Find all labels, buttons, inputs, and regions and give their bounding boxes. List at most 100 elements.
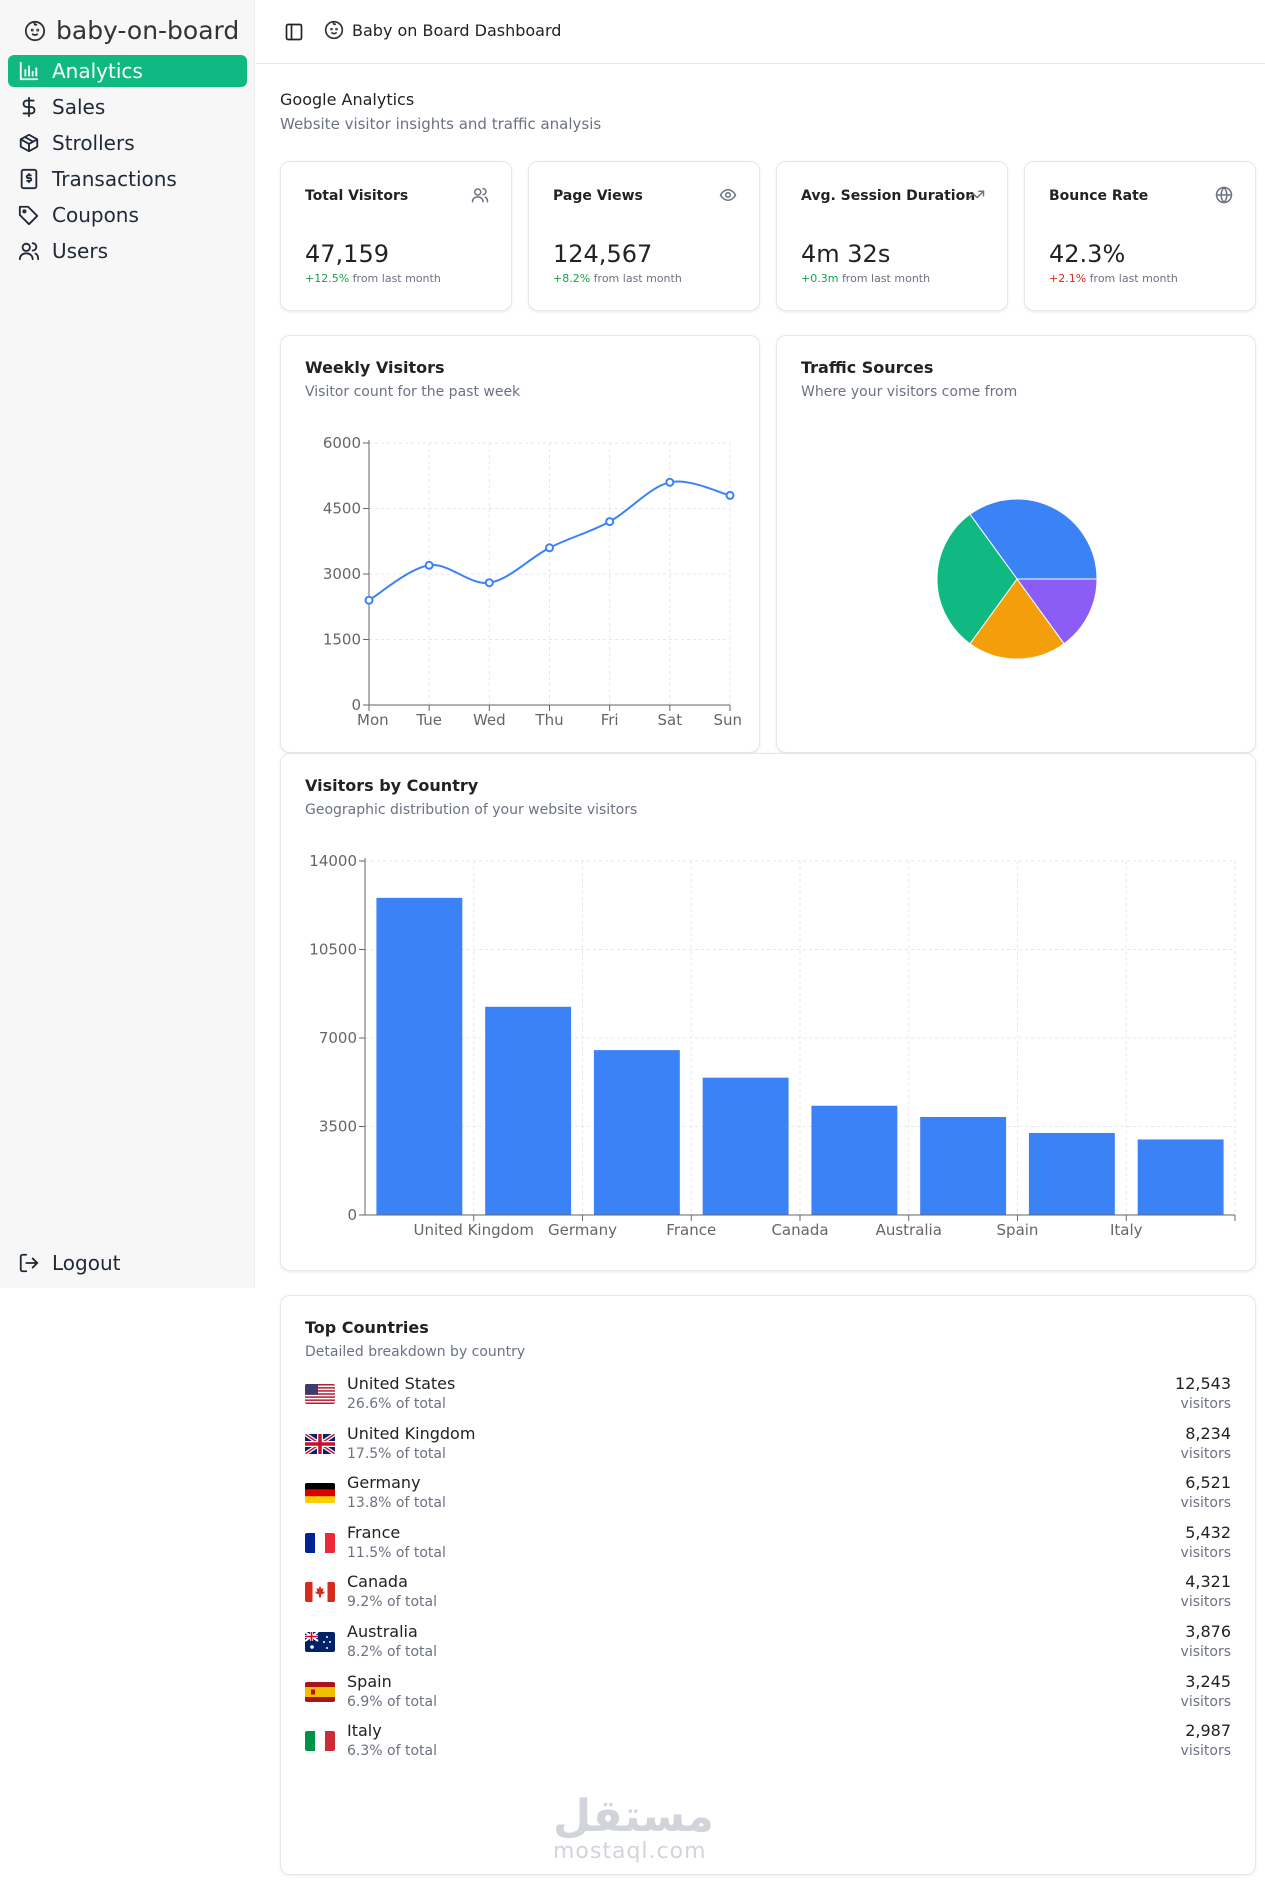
top-countries-card: Top Countries Detailed breakdown by coun… bbox=[280, 1295, 1256, 1875]
sidebar-item-sales[interactable]: Sales bbox=[8, 91, 247, 123]
x-tick-label: Fri bbox=[601, 711, 619, 729]
country-visitors: 3,245 bbox=[1185, 1671, 1231, 1691]
country-share: 17.5% of total bbox=[347, 1445, 446, 1462]
y-tick-label: 3000 bbox=[323, 565, 361, 583]
users-icon bbox=[471, 187, 489, 203]
sidebar-item-label: Analytics bbox=[52, 59, 143, 83]
country-visitors: 2,987 bbox=[1185, 1721, 1231, 1741]
x-tick-label: Spain bbox=[997, 1221, 1039, 1239]
sidebar-item-label: Strollers bbox=[52, 131, 135, 155]
country-share: 6.9% of total bbox=[347, 1693, 437, 1710]
stat-label: Avg. Session Duration bbox=[801, 188, 976, 204]
flag-au-icon bbox=[305, 1632, 335, 1652]
sidebar-item-label: Users bbox=[52, 239, 109, 263]
country-visitors-unit: visitors bbox=[1180, 1644, 1231, 1660]
data-point bbox=[605, 517, 615, 527]
visitors-by-country-card: Visitors by Country Geographic distribut… bbox=[280, 753, 1256, 1271]
logout-button[interactable]: Logout bbox=[8, 1247, 247, 1279]
sidebar-item-label: Sales bbox=[52, 95, 106, 119]
data-point bbox=[424, 560, 434, 570]
y-tick-label: 7000 bbox=[319, 1029, 357, 1047]
delta-text: from last month bbox=[593, 272, 682, 285]
country-row: France 11.5% of total 5,432 visitors bbox=[305, 1523, 1231, 1571]
y-tick-label: 3500 bbox=[319, 1118, 357, 1136]
x-tick-label: Australia bbox=[876, 1221, 942, 1239]
sidebar-item-analytics[interactable]: Analytics bbox=[8, 55, 247, 87]
country-name: Spain bbox=[347, 1671, 392, 1691]
stat-delta: +12.5% from last month bbox=[305, 272, 441, 285]
sidebar-item-coupons[interactable]: Coupons bbox=[8, 199, 247, 231]
country-visitors: 8,234 bbox=[1185, 1423, 1231, 1443]
country-row: Australia 8.2% of total 3,876 visitors bbox=[305, 1622, 1231, 1670]
country-row: Canada 9.2% of total 4,321 visitors bbox=[305, 1572, 1231, 1620]
flag-es-icon bbox=[305, 1681, 335, 1702]
delta-text: from last month bbox=[841, 272, 931, 285]
country-visitors: 12,543 bbox=[1175, 1374, 1231, 1393]
stat-value: 124,567 bbox=[553, 240, 653, 268]
y-tick-label: 10500 bbox=[309, 941, 357, 959]
x-tick-label: United Kingdom bbox=[414, 1221, 534, 1239]
data-point bbox=[545, 543, 554, 553]
stat-value: 47,159 bbox=[305, 240, 389, 268]
country-visitors-unit: visitors bbox=[1180, 1693, 1231, 1710]
traffic-sources-card: Traffic Sources Where your visitors come… bbox=[776, 335, 1256, 753]
baby-face-icon bbox=[24, 20, 46, 41]
country-row: Spain 6.9% of total 3,245 visitors bbox=[305, 1672, 1231, 1720]
country-row: United States 26.6% of total 12,543 visitor… bbox=[305, 1374, 1231, 1422]
country-share: 6.3% of total bbox=[347, 1743, 437, 1760]
data-point bbox=[484, 578, 494, 588]
watermark: مستقل mostaql.com bbox=[553, 1795, 714, 1865]
x-tick-label: Sun bbox=[713, 711, 742, 729]
section-subtitle: Website visitor insights and traffic ana… bbox=[280, 115, 602, 133]
baby-face-icon bbox=[324, 20, 344, 40]
watermark-latin: mostaql.com bbox=[553, 1839, 707, 1864]
x-tick-label: Italy bbox=[1110, 1221, 1143, 1239]
stat-card-session-duration: Avg. Session Duration 4m 32s +0.3m from … bbox=[776, 161, 1008, 311]
bar bbox=[593, 1050, 680, 1215]
country-share: 13.8% of total bbox=[347, 1495, 446, 1512]
y-tick-label: 4500 bbox=[323, 500, 361, 518]
country-visitors-unit: visitors bbox=[1180, 1495, 1231, 1512]
flag-it-icon bbox=[305, 1731, 335, 1752]
sidebar: baby-on-board Analytics Sales Strollers … bbox=[0, 0, 255, 1288]
country-name: United States bbox=[347, 1374, 456, 1393]
y-tick-label: 0 bbox=[347, 1206, 357, 1224]
delta-value: +2.1% bbox=[1049, 272, 1087, 285]
card-title: Top Countries bbox=[305, 1318, 429, 1337]
sidebar-item-users[interactable]: Users bbox=[8, 235, 247, 267]
stat-card-total-visitors: Total Visitors 47,159 +12.5% from last m… bbox=[280, 161, 512, 311]
stat-card-bounce-rate: Bounce Rate 42.3% +2.1% from last month bbox=[1024, 161, 1256, 311]
data-point bbox=[665, 477, 675, 487]
data-point bbox=[364, 595, 374, 605]
country-name: Canada bbox=[347, 1572, 408, 1592]
bar bbox=[920, 1116, 1007, 1215]
sidebar-item-transactions[interactable]: Transactions bbox=[8, 163, 247, 195]
country-share: 8.2% of total bbox=[347, 1644, 437, 1660]
country-name: Italy bbox=[347, 1721, 382, 1741]
page-header: Baby on Board Dashboard bbox=[324, 20, 561, 40]
sidebar-item-strollers[interactable]: Strollers bbox=[8, 127, 247, 159]
x-tick-label: Canada bbox=[771, 1221, 828, 1239]
delta-text: from last month bbox=[1089, 272, 1178, 285]
country-visitors-unit: visitors bbox=[1180, 1396, 1231, 1412]
page-header-title: Baby on Board Dashboard bbox=[352, 20, 562, 40]
country-row: Germany 13.8% of total 6,521 visitors bbox=[305, 1473, 1231, 1521]
country-name: Australia bbox=[347, 1622, 418, 1641]
flag-ca-icon bbox=[305, 1582, 335, 1603]
sidebar-item-label: Transactions bbox=[52, 167, 177, 191]
globe-icon bbox=[1215, 186, 1233, 204]
package-icon bbox=[19, 133, 39, 153]
x-tick-label: Mon bbox=[357, 711, 389, 729]
receipt-icon bbox=[20, 168, 38, 190]
bar bbox=[1137, 1139, 1224, 1215]
stat-label: Page Views bbox=[553, 188, 643, 204]
brand[interactable]: baby-on-board bbox=[24, 16, 239, 45]
y-tick-label: 6000 bbox=[323, 434, 361, 452]
topbar: Baby on Board Dashboard bbox=[256, 0, 1265, 64]
x-tick-label: Germany bbox=[548, 1221, 617, 1239]
stat-card-page-views: Page Views 124,567 +8.2% from last month bbox=[528, 161, 760, 311]
country-name: France bbox=[347, 1522, 401, 1542]
sidebar-toggle-icon[interactable] bbox=[284, 22, 304, 42]
country-visitors-unit: visitors bbox=[1180, 1445, 1231, 1462]
country-row: Italy 6.3% of total 2,987 visitors bbox=[305, 1721, 1231, 1769]
